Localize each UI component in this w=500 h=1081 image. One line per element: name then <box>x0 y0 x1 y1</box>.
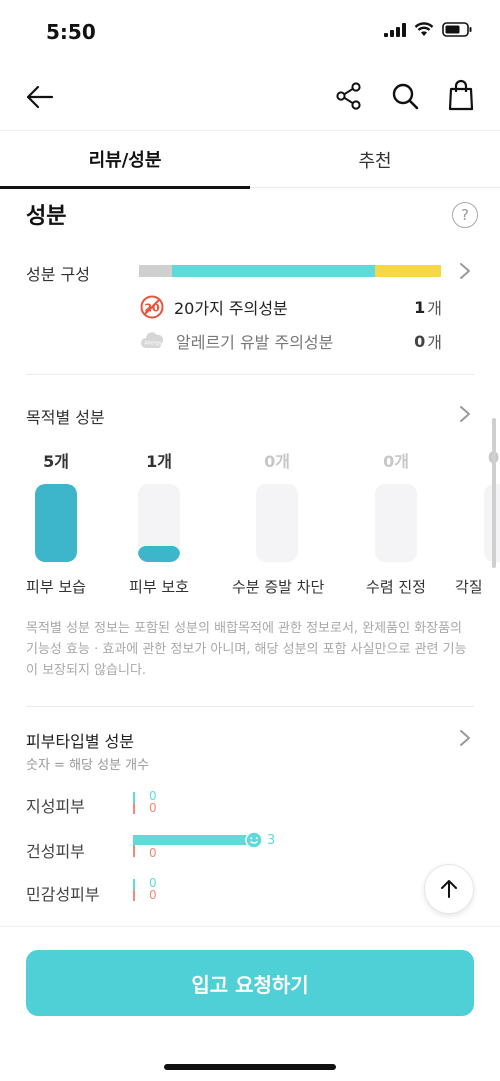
skin-row-label: 민감성피부 <box>26 885 100 904</box>
search-icon[interactable] <box>390 81 420 111</box>
skin-axis-bad-tick <box>133 803 135 814</box>
purpose-item-moisturizing[interactable]: 5개 피부 보습 <box>11 448 101 597</box>
purpose-count: 1개 <box>146 452 172 471</box>
back-arrow-icon[interactable] <box>24 81 56 113</box>
caution-label: 20가지 주의성분 <box>174 299 288 318</box>
tab-recommendations[interactable]: 추천 <box>250 131 500 189</box>
shopping-bag-icon[interactable] <box>446 79 476 111</box>
skin-good-count: 3 <box>267 833 276 848</box>
home-indicator <box>164 1064 336 1070</box>
allergy-ingredients-row: Allergy 알레르기 유발 주의성분 0 개 <box>140 328 442 354</box>
purpose-label: 피부 보호 <box>129 578 189 596</box>
skin-bad-count: 0 <box>149 846 157 860</box>
caution-count: 1 <box>414 297 426 317</box>
ingredients-title: 성분 <box>26 204 67 229</box>
purpose-bar-track <box>35 484 77 562</box>
purpose-bar-fill <box>35 484 77 562</box>
skin-type-title: 피부타입별 성분 <box>26 732 135 751</box>
caution-unit: 개 <box>427 299 442 318</box>
purpose-bar-track <box>375 484 417 562</box>
composition-segment <box>172 265 375 277</box>
tab-reviews-ingredients[interactable]: 리뷰/성분 <box>0 131 250 189</box>
purpose-disclaimer: 목적별 성분 정보는 포함된 성분의 배합목적에 관한 정보로서, 완제품인 화… <box>26 621 467 678</box>
allergy-badge-text: Allergy <box>144 341 161 347</box>
arrow-up-icon <box>441 880 457 898</box>
skin-axis-good-tick <box>133 879 135 890</box>
skin-type-subtitle: 숫자 = 해당 성분 개수 <box>26 758 150 773</box>
composition-label: 성분 구성 <box>26 265 90 284</box>
composition-chevron-right-icon[interactable] <box>458 262 472 280</box>
scroll-to-top-button[interactable] <box>424 864 474 914</box>
purpose-count: 0개 <box>383 452 409 471</box>
caution-20-icon: 20 <box>140 295 164 319</box>
purpose-label: 수분 증발 차단 <box>232 578 325 596</box>
purpose-bar-fill <box>138 546 180 562</box>
purpose-bar-track <box>256 484 298 562</box>
skin-axis-good-tick <box>133 792 135 803</box>
allergy-unit: 개 <box>427 333 442 352</box>
skin-bad-count: 0 <box>149 801 157 815</box>
skin-row-axis <box>133 792 135 814</box>
divider <box>26 706 474 707</box>
purpose-count: 0개 <box>264 452 290 471</box>
skin-row-axis <box>133 879 135 901</box>
allergy-label: 알레르기 유발 주의성분 <box>176 333 334 352</box>
composition-segment <box>139 265 173 277</box>
purpose-bar-track <box>138 484 180 562</box>
purpose-label: 피부 보습 <box>26 578 86 596</box>
divider <box>26 374 474 375</box>
smile-face-icon <box>245 831 263 849</box>
share-icon[interactable] <box>334 81 364 111</box>
request-stock-button[interactable]: 입고 요청하기 <box>26 950 474 1016</box>
allergy-cloud-icon: Allergy <box>141 332 164 348</box>
purpose-item-protection[interactable]: 1개 피부 보호 <box>114 448 204 597</box>
skin-row-label: 건성피부 <box>26 842 85 861</box>
purpose-item-soothing[interactable]: 0개 수렴 진정 <box>351 448 441 597</box>
purpose-label: 각질 <box>455 578 483 596</box>
purpose-item-moisture-barrier[interactable]: 0개 수분 증발 차단 <box>232 448 325 597</box>
composition-segment <box>374 265 441 277</box>
purpose-chevron-right-icon[interactable] <box>458 405 472 423</box>
caution-ingredients-row: 20 20가지 주의성분 1 개 <box>140 294 442 320</box>
top-nav-bar <box>0 64 500 130</box>
help-icon[interactable]: ? <box>452 202 478 228</box>
skin-row-label: 지성피부 <box>26 797 85 816</box>
tab-bar: 리뷰/성분 추천 <box>0 130 500 189</box>
purpose-label: 수렴 진정 <box>366 578 426 596</box>
purpose-title: 목적별 성분 <box>26 408 105 427</box>
horizontal-scroll-indicator[interactable] <box>492 418 496 568</box>
skin-bad-count: 0 <box>149 888 157 902</box>
status-icons <box>384 22 472 37</box>
purpose-count: 5개 <box>43 452 69 471</box>
skin-axis-bad-tick <box>133 845 135 857</box>
allergy-count: 0 <box>414 331 426 351</box>
signal-icon <box>384 22 406 37</box>
wifi-icon <box>414 22 434 36</box>
status-bar: 5:50 <box>0 0 500 64</box>
composition-bar <box>139 265 441 277</box>
skin-axis-bad-tick <box>133 890 135 901</box>
battery-icon <box>442 22 472 37</box>
skin-type-chevron-right-icon[interactable] <box>458 729 472 747</box>
status-time: 5:50 <box>46 20 96 44</box>
skin-good-bar <box>133 835 255 845</box>
